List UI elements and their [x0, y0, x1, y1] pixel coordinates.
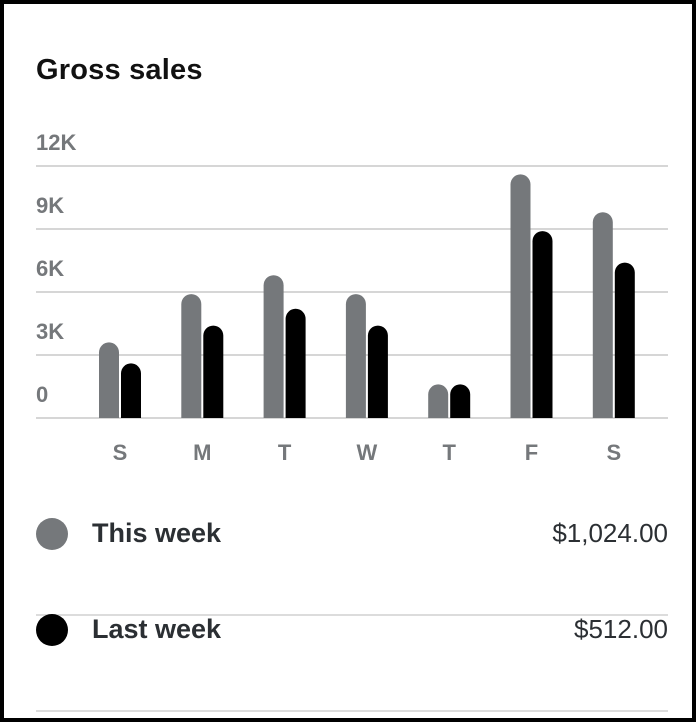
x-tick-label: S	[606, 440, 621, 465]
y-tick-label: 3K	[36, 319, 64, 344]
x-tick-label: F	[525, 440, 538, 465]
gross-sales-chart: 0 3K 6K 9K 12K S M T W T F S	[36, 130, 668, 465]
bar-this-week	[510, 174, 531, 418]
bar-last-week	[367, 325, 388, 418]
last-week-amount: $512.00	[574, 614, 668, 644]
x-tick-label: T	[278, 440, 292, 465]
bar-this-week	[428, 384, 449, 418]
bar-last-week	[614, 262, 635, 418]
gross-sales-card: Gross sales 0 3K 6K 9K 12K S M T W T F S This week …	[0, 0, 696, 722]
legend-row-last-week[interactable]: Last week $512.00	[36, 614, 668, 712]
x-tick-label: T	[442, 440, 456, 465]
last-week-label: Last week	[92, 614, 222, 644]
y-tick-label: 12K	[36, 130, 76, 155]
y-tick-label: 9K	[36, 193, 64, 218]
x-tick-label: W	[357, 440, 378, 465]
legend-row-this-week[interactable]: This week $1,024.00	[36, 518, 668, 616]
bar-last-week	[285, 308, 306, 418]
x-tick-label: S	[113, 440, 128, 465]
bar-this-week	[99, 342, 119, 418]
last-week-swatch	[36, 614, 68, 646]
bar-last-week	[121, 363, 141, 418]
bar-this-week	[263, 275, 284, 418]
y-tick-label: 0	[36, 382, 48, 407]
y-tick-label: 6K	[36, 256, 64, 281]
bar-this-week	[592, 212, 613, 418]
bar-last-week	[450, 384, 471, 418]
this-week-swatch	[36, 518, 68, 550]
bar-this-week	[345, 294, 366, 418]
bar-last-week	[203, 325, 224, 418]
this-week-label: This week	[92, 518, 222, 548]
x-tick-label: M	[193, 440, 211, 465]
bar-this-week	[181, 294, 202, 418]
bar-last-week	[532, 231, 553, 418]
this-week-amount: $1,024.00	[552, 518, 668, 548]
